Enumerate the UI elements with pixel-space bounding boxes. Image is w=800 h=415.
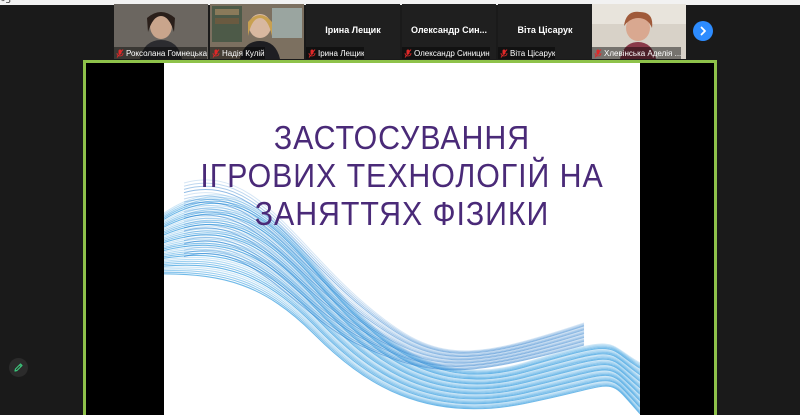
participant-tile[interactable]: Віта Цісарук Віта Цісарук xyxy=(498,4,592,59)
participant-tile[interactable]: Надія Кулій xyxy=(210,4,304,59)
participant-display-name: Віта Цісарук xyxy=(517,25,573,35)
participant-caption: Надія Кулій xyxy=(210,47,265,59)
slide-title-line: ЗАСТОСУВАННЯ xyxy=(273,119,531,156)
participant-caption: Віта Цісарук xyxy=(498,47,556,59)
mic-muted-icon xyxy=(116,48,124,58)
slide-wave-graphic xyxy=(164,179,640,415)
participant-tile[interactable]: Ірина Лещик Ірина Лещик xyxy=(306,4,400,59)
annotate-button[interactable] xyxy=(9,358,28,377)
participant-caption: Хлевінська Аделія ... xyxy=(592,47,682,59)
shared-screen[interactable]: ЗАСТОСУВАННЯ ІГРОВИХ ТЕХНОЛОГІЙ НА ЗАНЯТ… xyxy=(83,60,717,415)
slide-title: ЗАСТОСУВАННЯ ІГРОВИХ ТЕХНОЛОГІЙ НА ЗАНЯТ… xyxy=(183,119,621,233)
participant-tile[interactable]: Роксолана Гомнецька xyxy=(114,4,208,59)
mic-muted-icon xyxy=(500,48,508,58)
mic-muted-icon xyxy=(594,48,602,58)
gallery-next-button[interactable] xyxy=(693,21,713,41)
top-strip-glyph: ∂ʒⁿ xyxy=(1,0,14,4)
chevron-right-icon xyxy=(700,26,706,36)
pencil-icon xyxy=(14,363,23,372)
participant-display-name: Ірина Лещик xyxy=(325,25,381,35)
slide-title-line: ЗАНЯТТЯХ ФІЗИКИ xyxy=(254,195,550,232)
participant-tile[interactable]: Олександр Син... Олександр Синицин xyxy=(402,4,496,59)
mic-muted-icon xyxy=(308,48,316,58)
participant-tile[interactable]: Хлевінська Аделія ... xyxy=(592,4,686,59)
participant-caption: Олександр Синицин xyxy=(402,47,490,59)
participant-caption: Роксолана Гомнецька xyxy=(114,47,208,59)
participant-display-name: Олександр Син... xyxy=(410,25,488,35)
mic-muted-icon xyxy=(212,48,220,58)
participant-caption: Ірина Лещик xyxy=(306,47,365,59)
slide-title-line: ІГРОВИХ ТЕХНОЛОГІЙ НА xyxy=(200,157,604,194)
presentation-slide: ЗАСТОСУВАННЯ ІГРОВИХ ТЕХНОЛОГІЙ НА ЗАНЯТ… xyxy=(164,63,640,415)
mic-muted-icon xyxy=(404,48,412,58)
